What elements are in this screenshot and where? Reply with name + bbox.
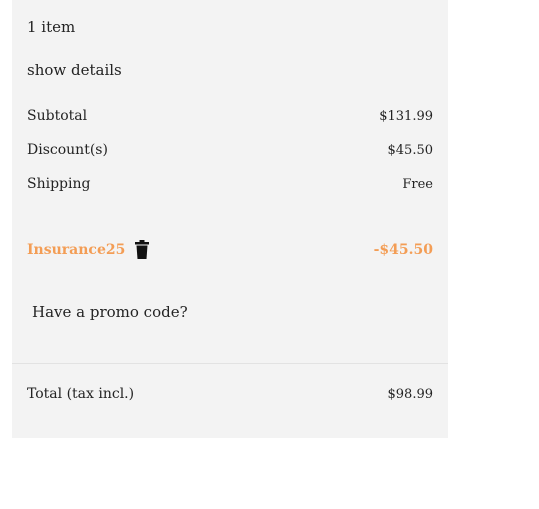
- promo-row: Have a promo code?: [32, 303, 433, 321]
- subtotal-value: $131.99: [379, 108, 433, 124]
- trash-icon[interactable]: [133, 240, 151, 260]
- discounts-value: $45.50: [387, 142, 434, 158]
- total-line: Total (tax incl.) $98.99: [27, 386, 433, 402]
- cart-summary: 1 item show details Subtotal $131.99 Dis…: [12, 0, 448, 438]
- show-details-row: show details: [27, 61, 433, 79]
- subtotal-label: Subtotal: [27, 108, 88, 124]
- voucher-left: Insurance25: [27, 240, 151, 260]
- shipping-value: Free: [402, 176, 433, 192]
- voucher-line: Insurance25 -$45.50: [27, 240, 433, 260]
- items-count: 1 item: [27, 18, 76, 36]
- items-count-row: 1 item: [27, 18, 433, 36]
- divider: [12, 363, 448, 364]
- voucher-code: Insurance25: [27, 242, 126, 258]
- total-value: $98.99: [387, 386, 434, 402]
- show-details-link[interactable]: show details: [27, 61, 122, 79]
- promo-code-link[interactable]: Have a promo code?: [32, 303, 188, 321]
- trash-icon-graphic: [135, 240, 150, 259]
- discounts-line: Discount(s) $45.50: [27, 142, 433, 158]
- voucher-amount: -$45.50: [373, 242, 433, 258]
- subtotal-line: Subtotal $131.99: [27, 108, 433, 124]
- shipping-line: Shipping Free: [27, 176, 433, 192]
- shipping-label: Shipping: [27, 176, 91, 192]
- discounts-label: Discount(s): [27, 142, 108, 158]
- total-label: Total (tax incl.): [27, 386, 135, 402]
